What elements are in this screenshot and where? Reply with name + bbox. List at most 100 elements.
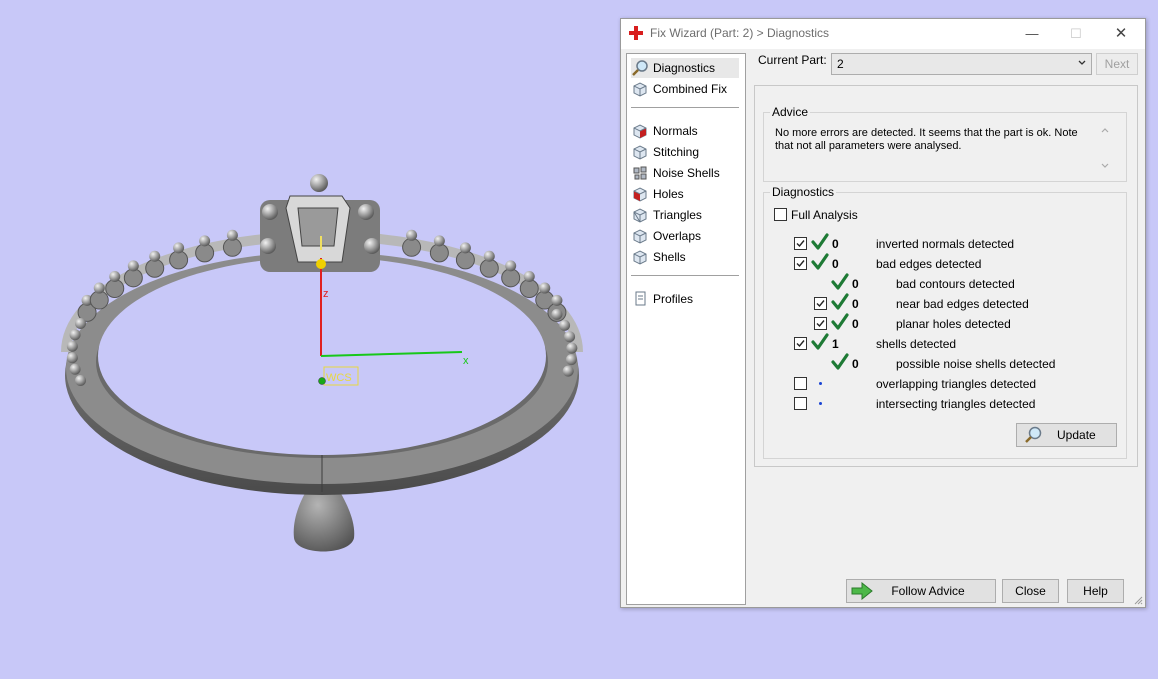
nav-item-label: Combined Fix	[653, 82, 728, 96]
nav-item-diagnostics[interactable]: Diagnostics	[631, 58, 739, 78]
diagnostic-label: possible noise shells detected	[896, 357, 1056, 371]
nav-item-normals[interactable]: Normals	[631, 121, 739, 141]
nav-item-combined-fix[interactable]: Combined Fix	[631, 79, 739, 99]
update-button[interactable]: Update	[1016, 423, 1117, 447]
diagnostic-label: intersecting triangles detected	[876, 397, 1036, 411]
diagnostic-count: 1	[832, 337, 839, 351]
window-title: Fix Wizard (Part: 2) > Diagnostics	[650, 26, 830, 40]
diagnostic-label: inverted normals detected	[876, 237, 1015, 251]
wizard-nav: Diagnostics Combined Fix Normals Stitchi…	[626, 53, 746, 605]
current-part-select[interactable]: 2	[831, 53, 1092, 75]
diagnostic-label: bad contours detected	[896, 277, 1015, 291]
nav-item-shells[interactable]: Shells	[631, 247, 739, 267]
green-check-icon	[831, 313, 849, 331]
diagnostic-label: near bad edges detected	[896, 297, 1029, 311]
diagnostic-label: bad edges detected	[876, 257, 982, 271]
red-cross-icon	[629, 26, 643, 40]
update-label: Update	[1057, 428, 1096, 442]
nav-divider	[631, 107, 739, 108]
diagnostic-checkbox[interactable]	[814, 297, 827, 310]
document-icon	[635, 291, 646, 306]
close-window-button[interactable]: ✕	[1108, 23, 1134, 45]
nav-item-noise-shells[interactable]: Noise Shells	[631, 163, 739, 183]
green-check-icon	[831, 273, 849, 291]
nav-item-label: Overlaps	[653, 229, 702, 243]
noise-shells-icon	[633, 166, 647, 180]
current-part-label: Current Part:	[758, 53, 827, 67]
advice-title: Advice	[770, 105, 811, 119]
advice-group: Advice No more errors are detected. It s…	[763, 105, 1127, 182]
nav-item-profiles[interactable]: Profiles	[631, 289, 739, 309]
diagnostic-label: shells detected	[876, 337, 957, 351]
cube-icon	[633, 82, 647, 97]
next-button[interactable]: Next	[1096, 53, 1138, 75]
nav-item-overlaps[interactable]: Overlaps	[631, 226, 739, 246]
triangles-cube-icon	[633, 208, 647, 223]
diagnostic-count: 0	[832, 257, 839, 271]
normals-cube-icon	[633, 124, 647, 139]
diagnostic-label: overlapping triangles detected	[876, 377, 1037, 391]
resize-grip-icon[interactable]	[1133, 595, 1143, 605]
fix-wizard-dialog: Fix Wizard (Part: 2) > Diagnostics — ☐ ✕…	[620, 18, 1146, 608]
nav-item-stitching[interactable]: Stitching	[631, 142, 739, 162]
diagnostic-checkbox[interactable]	[794, 377, 807, 390]
scroll-up-icon[interactable]	[1100, 125, 1110, 135]
diagnostics-title: Diagnostics	[770, 185, 837, 199]
shells-cube-icon	[633, 250, 647, 265]
nav-item-label: Diagnostics	[653, 61, 716, 75]
wcs-label: WCS	[326, 372, 352, 384]
magnifier-icon	[1025, 426, 1042, 443]
3d-viewport[interactable]: z x WCS	[0, 0, 615, 676]
stitching-cube-icon	[633, 145, 647, 160]
nav-item-label: Shells	[653, 250, 686, 264]
diagnostics-group: Diagnostics Full Analysis 0 inverted norm…	[763, 185, 1127, 459]
green-check-icon	[831, 293, 849, 311]
holes-cube-icon	[633, 187, 647, 202]
diagnostic-count: 0	[852, 277, 859, 291]
minimize-button[interactable]: —	[1019, 23, 1045, 45]
nav-item-label: Stitching	[653, 145, 700, 159]
green-check-icon	[811, 233, 829, 251]
green-check-icon	[831, 353, 849, 371]
overlaps-cube-icon	[633, 229, 647, 244]
magnifier-icon	[632, 60, 648, 76]
nav-item-label: Triangles	[653, 208, 702, 222]
diagnostic-count: 0	[852, 297, 859, 311]
z-axis-label: z	[323, 288, 329, 300]
nav-item-label: Noise Shells	[653, 166, 720, 180]
close-button[interactable]: Close	[1002, 579, 1059, 603]
diagnostic-checkbox[interactable]	[794, 237, 807, 250]
x-axis-label: x	[463, 355, 469, 367]
nav-divider	[631, 275, 739, 276]
nav-item-holes[interactable]: Holes	[631, 184, 739, 204]
diagnostic-count: 0	[832, 237, 839, 251]
nav-item-label: Profiles	[653, 292, 694, 306]
diagnostic-checkbox[interactable]	[794, 257, 807, 270]
diagnostic-checkbox[interactable]	[794, 337, 807, 350]
diagnostic-count: 0	[852, 357, 859, 371]
current-part-value: 2	[837, 57, 844, 71]
diagnostic-checkbox[interactable]	[794, 397, 807, 410]
follow-advice-label: Follow Advice	[891, 584, 965, 598]
maximize-button[interactable]: ☐	[1063, 23, 1089, 45]
not-run-dot-icon	[819, 402, 822, 405]
diagnostic-count: 0	[852, 317, 859, 331]
diagnostics-panel: Advice No more errors are detected. It s…	[754, 85, 1138, 467]
green-check-icon	[811, 253, 829, 271]
green-arrow-icon	[851, 582, 873, 600]
help-button[interactable]: Help	[1067, 579, 1124, 603]
diagnostic-checkbox[interactable]	[814, 317, 827, 330]
scroll-down-icon[interactable]	[1100, 161, 1110, 171]
diagnostic-label: planar holes detected	[896, 317, 1011, 331]
nav-item-label: Normals	[653, 124, 698, 138]
advice-box: No more errors are detected. It seems th…	[767, 119, 1114, 175]
follow-advice-button[interactable]: Follow Advice	[846, 579, 996, 603]
nav-item-triangles[interactable]: Triangles	[631, 205, 739, 225]
full-analysis-label: Full Analysis	[791, 208, 858, 222]
title-bar[interactable]: Fix Wizard (Part: 2) > Diagnostics — ☐ ✕	[621, 19, 1145, 49]
full-analysis-checkbox[interactable]	[774, 208, 787, 221]
green-check-icon	[811, 333, 829, 351]
nav-item-label: Holes	[653, 187, 684, 201]
advice-text: No more errors are detected. It seems th…	[775, 127, 1078, 152]
ring-model: z x WCS	[61, 174, 583, 552]
